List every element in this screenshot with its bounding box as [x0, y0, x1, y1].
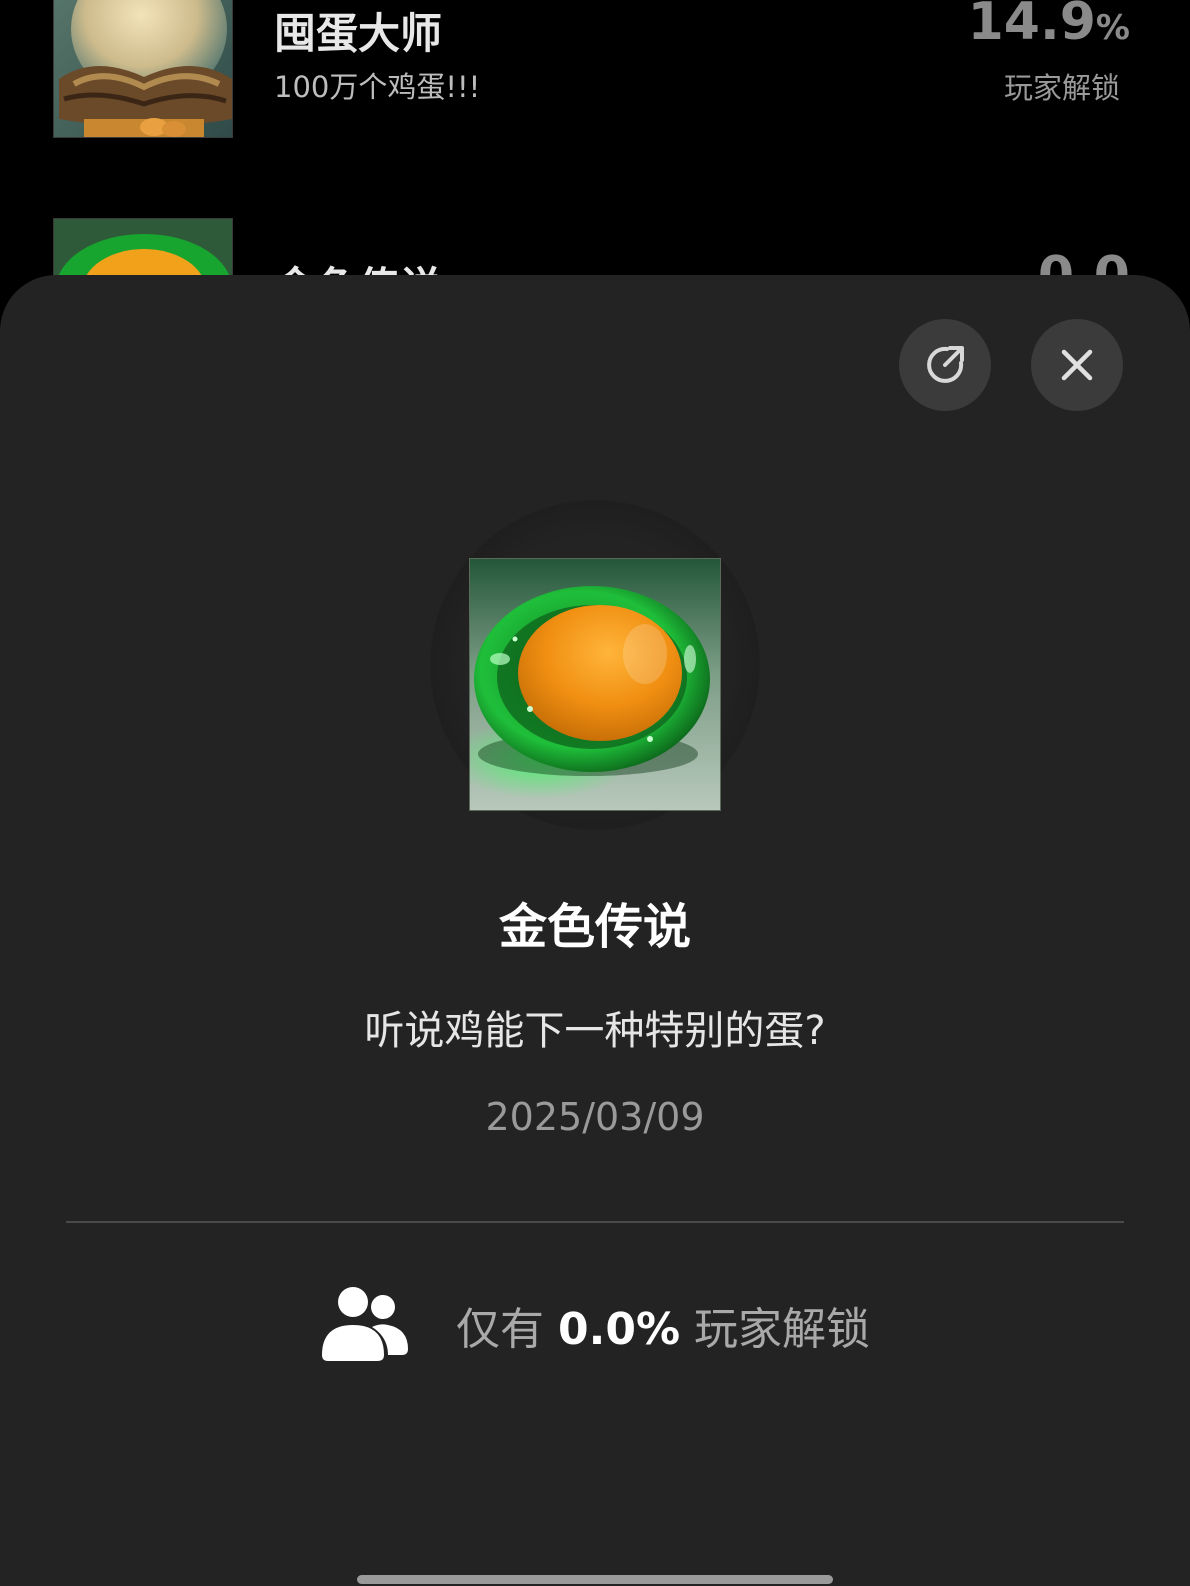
list-item[interactable]: 囤蛋大师 100万个鸡蛋!!! 14.9% 玩家解锁: [0, 0, 1190, 140]
achievement-description: 听说鸡能下一种特别的蛋?: [364, 1008, 826, 1054]
unlock-percent: 0.0%: [558, 1304, 681, 1355]
unlock-suffix: 玩家解锁: [694, 1304, 871, 1355]
close-button[interactable]: [1031, 319, 1123, 411]
unlock-date: 2025/03/09: [485, 1095, 705, 1139]
divider: [66, 1221, 1124, 1223]
home-indicator[interactable]: [357, 1575, 833, 1584]
chicken-statue-icon: [53, 0, 233, 138]
percent-unit: %: [1095, 8, 1130, 48]
percent-label: 玩家解锁: [1003, 71, 1120, 105]
achievement-title: 囤蛋大师: [274, 9, 443, 58]
unlock-prefix: 仅有: [456, 1304, 544, 1355]
unlock-stats: 仅有 0.0% 玩家解锁: [0, 1285, 1190, 1365]
share-icon: [927, 346, 964, 383]
people-icon: [322, 1287, 408, 1361]
achievement-percent: 14.9%: [968, 0, 1130, 52]
unlock-percentage-text: 仅有 0.0% 玩家解锁: [456, 1293, 870, 1357]
achievement-title: 金色传说: [498, 899, 691, 955]
achievement-detail-sheet: 金色传说 听说鸡能下一种特别的蛋? 2025/03/09 仅有 0.0% 玩家解…: [0, 275, 1190, 1586]
screen: 囤蛋大师 100万个鸡蛋!!! 14.9% 玩家解锁 金色传说 0.0: [0, 0, 1190, 1586]
percent-value: 14.9: [967, 0, 1096, 52]
close-icon: [1061, 349, 1093, 381]
golden-egg-in-green-glass-icon: [469, 558, 721, 811]
share-button[interactable]: [899, 319, 991, 411]
achievement-description: 100万个鸡蛋!!!: [274, 70, 481, 104]
